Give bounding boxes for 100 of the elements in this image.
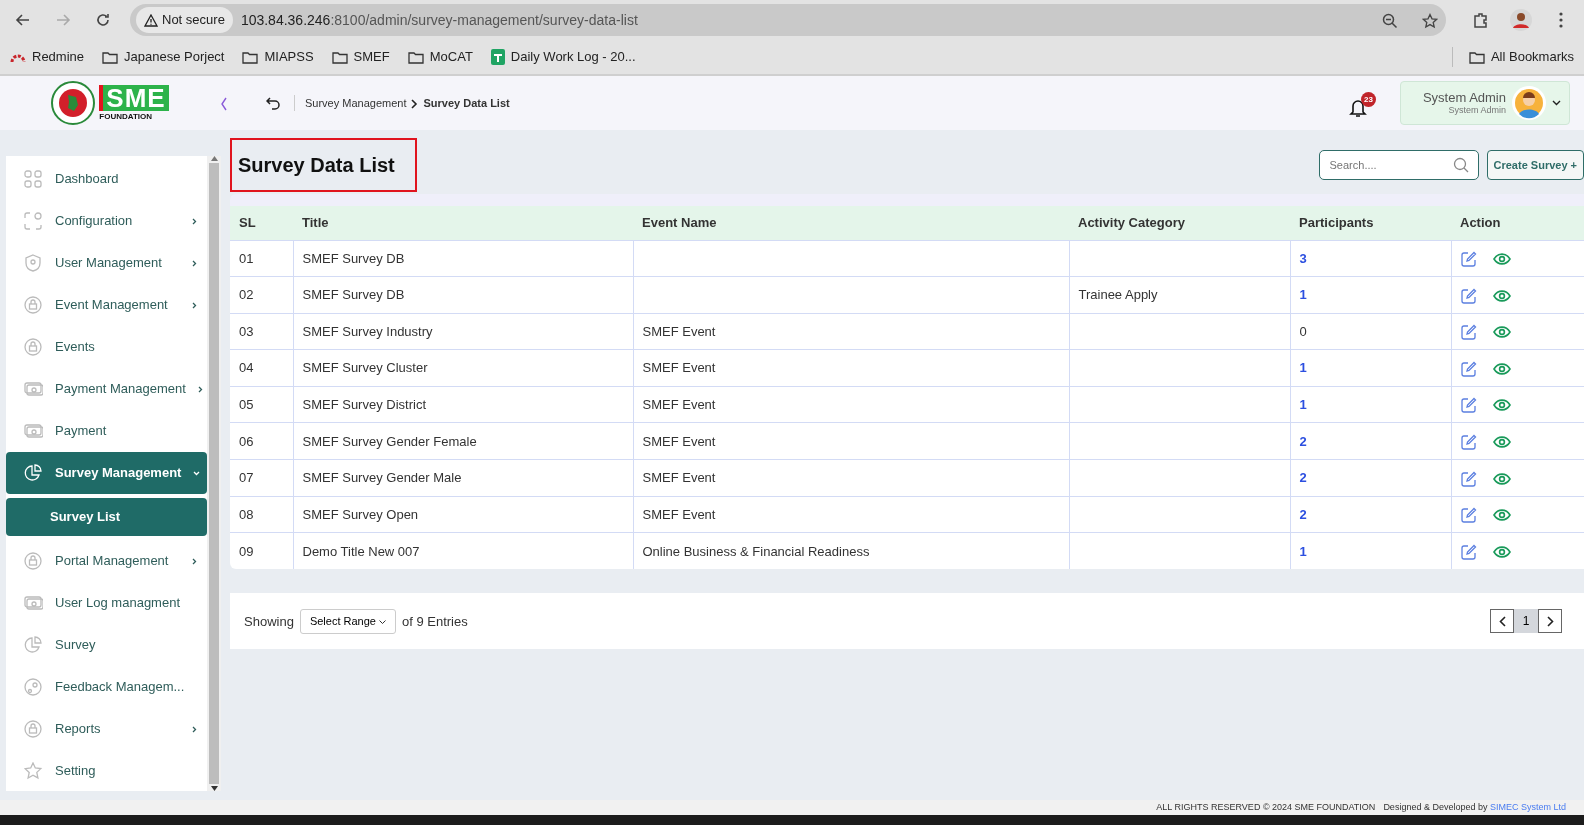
logo-text: SME [99,85,169,111]
table-cell: Trainee Apply [1078,287,1158,303]
column-header: Action [1451,206,1584,240]
view-icon[interactable] [1492,287,1511,303]
sidebar-item[interactable]: Survey Management [6,452,207,494]
lock-icon [24,552,43,570]
edit-icon[interactable] [1460,543,1477,559]
edit-icon[interactable] [1460,323,1477,339]
participants-link[interactable]: 2 [1299,470,1307,486]
profile-avatar[interactable] [1508,7,1534,33]
table-cell: 08 [239,506,254,522]
undo-icon[interactable] [266,94,280,112]
logo-subtitle: FOUNDATION [99,113,153,121]
bookmark[interactable]: MIAPSS [242,47,314,67]
page-title: Survey Data List [230,138,417,192]
user-role: System Admin [1447,105,1506,117]
table-cell: 04 [239,360,254,376]
participants-link[interactable]: 1 [1299,396,1307,412]
view-icon[interactable] [1492,250,1511,266]
sidebar-item[interactable]: Event Management [6,284,207,326]
participants-link[interactable]: 1 [1299,360,1307,376]
scroll-up-icon[interactable] [210,156,218,161]
bookmark[interactable]: MoCAT [407,47,473,67]
emblem-icon [51,81,96,125]
scroll-down-icon[interactable] [210,786,218,791]
table-cell: 02 [239,287,254,303]
entries-label: of 9 Entries [402,612,468,631]
sidebar-item[interactable]: Feedback Managem... [6,666,207,708]
edit-icon[interactable] [1460,360,1477,376]
sidebar-item[interactable]: Reports [6,708,207,750]
notification-count: 23 [1360,92,1376,107]
page-button[interactable]: 1 [1514,609,1538,634]
participants-link[interactable]: 3 [1299,250,1307,266]
next-page-button[interactable] [1538,609,1562,634]
lock-icon [24,338,43,356]
folder-icon [102,50,119,64]
star-icon [24,762,43,780]
sidebar-subitem[interactable]: Survey List [6,498,207,536]
address-bar[interactable]: Not secure 103.84.36.246:8100/admin/survey-management/survey-data-list [130,4,1446,36]
participants-link[interactable]: 2 [1299,433,1307,449]
banknote-icon [24,422,43,440]
edit-icon[interactable] [1460,396,1477,412]
credit-text: Designed & Developed by [1383,801,1488,812]
table-cell: SMEF Event [642,506,716,522]
bookmark[interactable]: Redmine [10,47,85,67]
table-cell: SMEF Event [642,470,716,486]
sidebar-item[interactable]: User Management [6,242,207,284]
table-cell: SMEF Survey Industry [302,323,433,339]
table-cell: 06 [239,433,254,449]
participants-link[interactable]: 2 [1299,506,1307,522]
view-icon[interactable] [1492,433,1511,449]
view-icon[interactable] [1492,543,1511,559]
table-cell: SMEF Event [642,323,716,339]
sidebar-item[interactable]: Configuration [6,200,207,242]
column-header: Title [293,206,633,240]
sidebar-item[interactable]: Setting [6,750,207,791]
table-cell: 09 [239,543,254,559]
security-chip[interactable]: Not secure [136,7,233,33]
create-survey-button[interactable]: Create Survey + [1486,150,1584,180]
breadcrumb-link[interactable]: Survey Management [305,94,407,112]
edit-icon[interactable] [1460,433,1477,449]
bookmark[interactable]: SMEF [331,47,390,67]
shield-icon [24,254,43,272]
previous-page-button[interactable] [1490,609,1514,634]
spreadsheet-icon [490,49,505,65]
table-cell: SMEF Survey Gender Male [302,470,462,486]
search-field[interactable]: Search.... [1318,150,1479,180]
caret-icon [1552,100,1561,106]
view-icon[interactable] [1492,506,1511,522]
participants-link[interactable]: 1 [1299,543,1307,559]
sidebar-item[interactable]: User Log managment [6,582,207,624]
edit-icon[interactable] [1460,287,1477,303]
company-link[interactable]: SIMEC System Ltd [1489,801,1566,812]
all-bookmarks[interactable]: All Bookmarks [1451,47,1574,67]
participants-link[interactable]: 1 [1299,287,1307,303]
view-icon[interactable] [1492,323,1511,339]
column-header: Activity Category [1069,206,1290,240]
column-header: SL [230,206,293,240]
sidebar-item[interactable]: Events [6,326,207,368]
range-select[interactable]: Select Range [299,609,396,634]
bookmark[interactable]: Japanese Porject [102,47,225,67]
sidebar-item[interactable]: Dashboard [6,158,207,200]
view-icon[interactable] [1492,470,1511,486]
sidebar-item[interactable]: Payment [6,410,207,452]
table-cell: SMEF Survey Open [302,506,419,522]
user-menu[interactable]: System Admin System Admin [1399,81,1570,125]
showing-label: Showing [244,612,294,631]
scrollbar[interactable] [207,156,221,791]
chevron-left-icon [1498,615,1506,627]
bookmark[interactable]: Daily Work Log - 20... [490,47,636,67]
sidebar-item[interactable]: Portal Management [6,540,207,582]
table-cell: Demo Title New 007 [302,543,420,559]
search-icon[interactable] [1452,157,1469,173]
edit-icon[interactable] [1460,250,1477,266]
view-icon[interactable] [1492,396,1511,412]
view-icon[interactable] [1492,360,1511,376]
sidebar-item[interactable]: Payment Management [6,368,207,410]
edit-icon[interactable] [1460,470,1477,486]
sidebar-item[interactable]: Survey [6,624,207,666]
edit-icon[interactable] [1460,506,1477,522]
